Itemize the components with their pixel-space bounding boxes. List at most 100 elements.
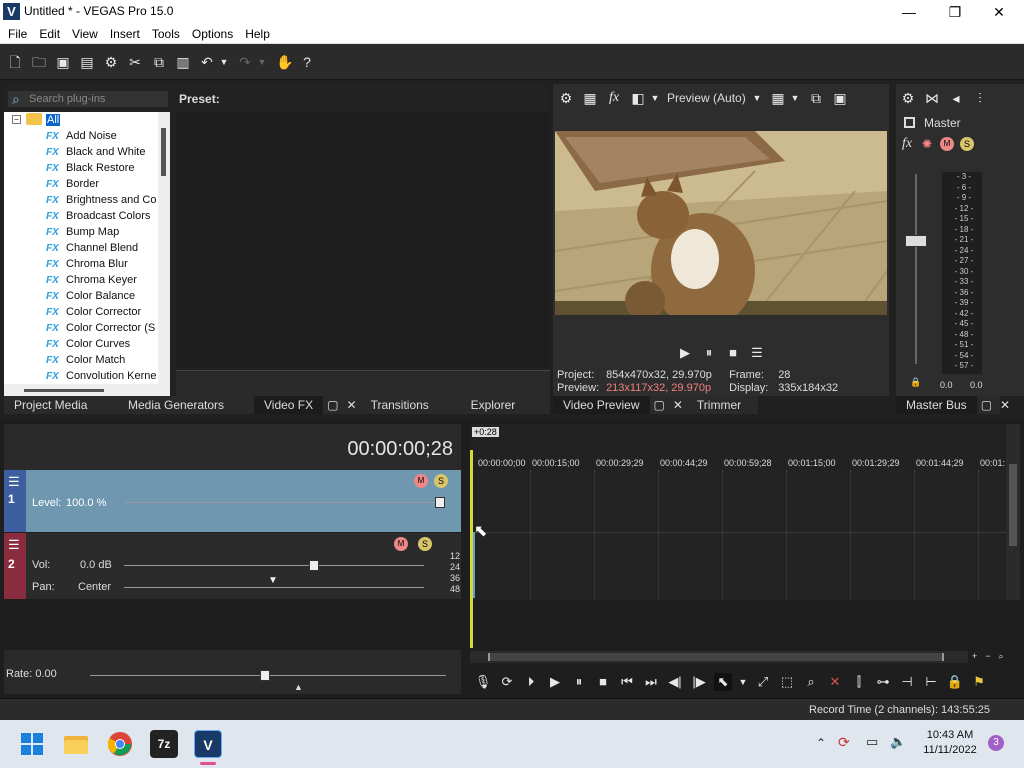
pan-slider-handle[interactable]: ▼ xyxy=(268,575,278,586)
video-track-strip[interactable]: ☰ 1 xyxy=(4,470,26,532)
vegas-taskbar-icon[interactable]: V xyxy=(194,730,222,758)
record-icon[interactable]: 🎙 xyxy=(474,673,492,691)
copy-snapshot-icon[interactable]: ⧉ xyxy=(807,89,825,107)
plugin-item[interactable]: FX Channel Blend xyxy=(4,240,170,256)
render-icon[interactable]: ▤ xyxy=(78,53,96,71)
previous-frame-icon[interactable]: ◀| xyxy=(666,673,684,691)
track-menu-icon[interactable]: ☰ xyxy=(8,537,20,553)
windows-start-icon[interactable] xyxy=(18,730,46,758)
quality-dropdown-icon[interactable]: ▼ xyxy=(751,89,763,107)
plugin-item[interactable]: FX Chroma Keyer xyxy=(4,272,170,288)
downmix-icon[interactable]: ⋈ xyxy=(923,89,941,107)
preview-pause-icon[interactable]: ⏸ xyxy=(700,344,718,362)
tab-video-preview[interactable]: Video Preview xyxy=(553,396,650,414)
plugin-search-input[interactable]: Search plug-ins xyxy=(8,91,168,107)
track2-mute-icon[interactable]: M xyxy=(394,537,408,551)
help-pointer-icon[interactable]: ? xyxy=(298,53,316,71)
zoom-edit-tool-icon[interactable]: ⌕ xyxy=(802,673,820,691)
plugin-item[interactable]: FX Convolution Kerne xyxy=(4,368,170,384)
tab-project-media[interactable]: Project Media xyxy=(4,396,118,414)
play-icon[interactable]: ▶ xyxy=(546,673,564,691)
plugin-item[interactable]: FX Color Corrector xyxy=(4,304,170,320)
zoom-tool-icon[interactable]: ⌕ xyxy=(999,651,1004,663)
open-folder-icon[interactable]: 🗀 xyxy=(30,53,48,71)
preview-stop-icon[interactable]: ■ xyxy=(724,344,742,362)
selection-tool-icon[interactable]: ⬚ xyxy=(778,673,796,691)
save-icon[interactable]: ▣ xyxy=(54,53,72,71)
plugin-item[interactable]: FX Color Curves xyxy=(4,336,170,352)
close-tab-icon[interactable]: ✕ xyxy=(343,398,361,412)
zoom-in-icon[interactable]: + xyxy=(972,651,977,663)
tab-video-fx[interactable]: Video FX xyxy=(254,396,324,414)
tree-root-all[interactable]: − All xyxy=(4,112,170,128)
dim-output-icon[interactable]: ◂ xyxy=(947,89,965,107)
overlays-grid-icon[interactable]: ▦ xyxy=(769,89,787,107)
menu-insert[interactable]: Insert xyxy=(104,27,146,41)
undo-dropdown-icon[interactable]: ▼ xyxy=(218,53,230,71)
lock-events-icon[interactable]: 🔒 xyxy=(946,673,964,691)
timeline-hscroll-thumb[interactable] xyxy=(488,653,944,661)
go-to-end-icon[interactable]: ⏭ xyxy=(642,673,660,691)
close-button[interactable]: ✕ xyxy=(976,0,1022,24)
clock[interactable]: 10:43 AM 11/11/2022 xyxy=(915,728,985,758)
tab-media-generators[interactable]: Media Generators xyxy=(118,396,254,414)
7zip-icon[interactable]: 7z xyxy=(150,730,178,758)
timeline-vertical-scrollbar[interactable] xyxy=(1006,424,1020,600)
chrome-icon[interactable] xyxy=(106,730,134,758)
tab-explorer[interactable]: Explorer xyxy=(461,396,526,414)
track1-mute-icon[interactable]: M xyxy=(414,474,428,488)
pause-icon[interactable]: ⏸ xyxy=(570,673,588,691)
menu-file[interactable]: File xyxy=(2,27,33,41)
trim-icon[interactable]: ⫿ xyxy=(850,673,868,691)
preview-settings-icon[interactable]: ⚙ xyxy=(557,89,575,107)
master-fader-handle[interactable] xyxy=(905,235,927,247)
vol-slider-handle[interactable] xyxy=(309,560,319,571)
plugin-item[interactable]: FX Color Balance xyxy=(4,288,170,304)
loop-playback-icon[interactable]: ⟳ xyxy=(498,673,516,691)
file-explorer-icon[interactable] xyxy=(62,730,90,758)
save-snapshot-icon[interactable]: ▣ xyxy=(831,89,849,107)
automation-icon[interactable]: ✺ xyxy=(922,137,932,151)
preview-menu-icon[interactable]: ☰ xyxy=(748,344,766,362)
menu-help[interactable]: Help xyxy=(239,27,276,41)
edit-tool-dropdown-icon[interactable]: ▼ xyxy=(738,673,748,691)
next-frame-icon[interactable]: |▶ xyxy=(690,673,708,691)
mute-icon[interactable]: M xyxy=(940,137,954,151)
timeline-horizontal-scrollbar[interactable] xyxy=(470,651,968,663)
volume-icon[interactable]: 🔈 xyxy=(890,734,906,750)
play-from-start-icon[interactable]: ⏵ xyxy=(522,673,540,691)
interactive-tutorial-icon[interactable]: ✋ xyxy=(276,53,294,71)
paste-icon[interactable]: ▥ xyxy=(174,53,192,71)
split-screen-icon[interactable]: ◧ xyxy=(629,89,647,107)
rate-slider-handle[interactable] xyxy=(260,670,270,681)
audio-track-strip[interactable]: ☰ 2 xyxy=(4,533,26,599)
undock-icon[interactable]: ▢ xyxy=(323,398,342,412)
envelope-tool-icon[interactable]: ⤢ xyxy=(754,673,772,691)
lock-icon[interactable]: 🔒 xyxy=(910,377,921,388)
menu-edit[interactable]: Edit xyxy=(33,27,66,41)
audio-track-2[interactable]: ☰ 2 M S Vol: 0.0 dB Pan: Center ▼ 12 24 … xyxy=(4,533,461,599)
cut-icon[interactable]: ✂ xyxy=(126,53,144,71)
tab-trimmer[interactable]: Trimmer xyxy=(687,396,751,414)
master-fx-icon[interactable]: fx xyxy=(902,136,912,152)
preview-quality-select[interactable]: Preview (Auto) xyxy=(667,91,746,105)
undock-icon[interactable]: ▢ xyxy=(977,398,996,412)
timecode-display[interactable]: 00:00:00;28 xyxy=(347,438,453,461)
maximize-button[interactable]: ❐ xyxy=(932,0,978,24)
split-dropdown-icon[interactable]: ▼ xyxy=(649,89,661,107)
plugin-item[interactable]: FX Black and White xyxy=(4,144,170,160)
track2-solo-icon[interactable]: S xyxy=(418,537,432,551)
meter-options-icon[interactable]: ⫶ xyxy=(971,89,989,107)
tab-transitions[interactable]: Transitions xyxy=(361,396,461,414)
undo-icon[interactable]: ↶ xyxy=(198,53,216,71)
menu-tools[interactable]: Tools xyxy=(146,27,186,41)
tab-master-bus[interactable]: Master Bus xyxy=(896,396,977,414)
level-slider-handle[interactable] xyxy=(435,497,445,508)
plugin-item[interactable]: FX Add Noise xyxy=(4,128,170,144)
trim-start-icon[interactable]: ⊣ xyxy=(898,673,916,691)
network-icon[interactable]: ▭ xyxy=(866,734,878,750)
plugin-item[interactable]: FX Border xyxy=(4,176,170,192)
insert-marker-icon[interactable]: ⚑ xyxy=(970,673,988,691)
master-checkbox[interactable] xyxy=(904,117,915,128)
update-icon[interactable]: ⟳ xyxy=(838,734,850,751)
